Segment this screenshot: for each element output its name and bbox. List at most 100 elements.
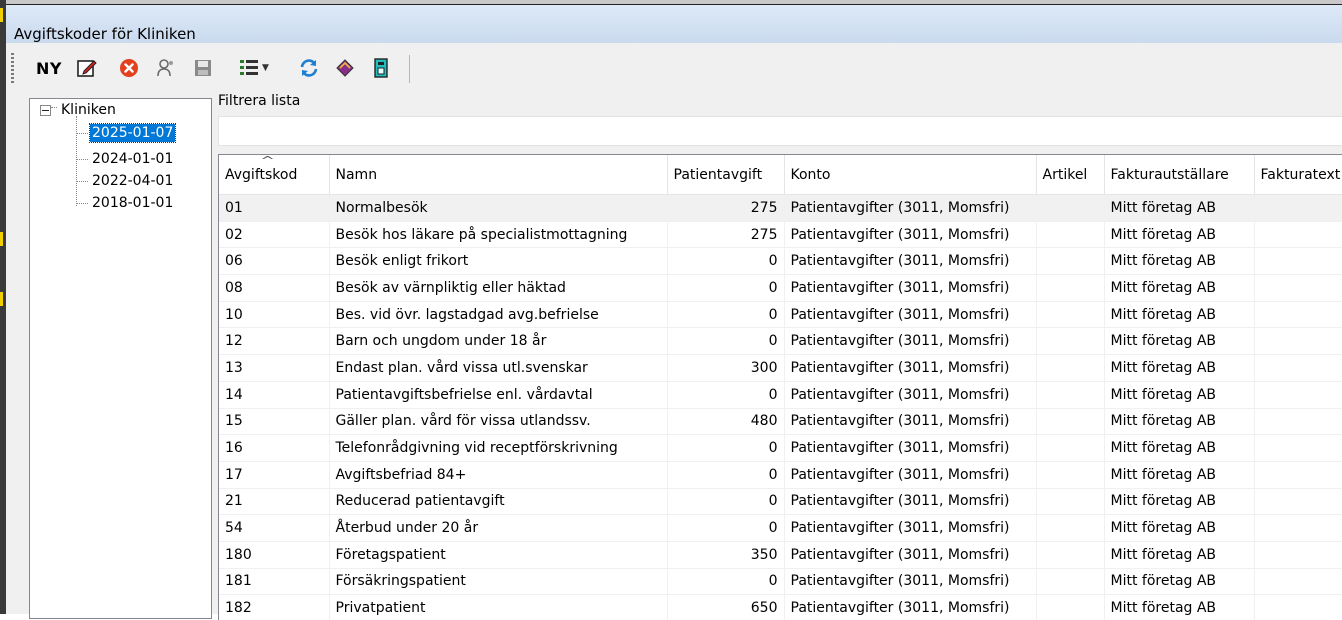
cell-fakturatext — [1254, 195, 1342, 222]
table-row[interactable]: 02Besök hos läkare på specialistmottagni… — [219, 221, 1342, 248]
cell-fakturautstallare: Mitt företag AB — [1104, 355, 1254, 382]
cell-konto: Patientavgifter (3011, Momsfri) — [784, 488, 1036, 515]
tree-item-2018-01-01[interactable]: 2018-01-01 — [76, 194, 175, 212]
cell-namn: Gäller plan. vård för vissa utlandssv. — [329, 408, 667, 435]
cell-patientavgift: 0 — [667, 275, 784, 302]
tree-item-2022-04-01[interactable]: 2022-04-01 — [76, 172, 175, 190]
tree-item-label: 2025-01-07 — [90, 124, 175, 142]
tree-item-2024-01-01[interactable]: 2024-01-01 — [76, 150, 175, 168]
cell-artikel — [1036, 408, 1104, 435]
cell-avgiftskod: 181 — [219, 568, 329, 595]
table-row[interactable]: 13Endast plan. vård vissa utl.svenskar30… — [219, 355, 1342, 382]
toolbar-grip[interactable] — [11, 53, 14, 83]
refresh-button[interactable] — [296, 55, 322, 81]
cell-fakturatext — [1254, 301, 1342, 328]
cell-avgiftskod: 06 — [219, 248, 329, 275]
tree-item-2025-01-07[interactable]: 2025-01-07 — [76, 124, 175, 142]
table-row[interactable]: 21Reducerad patientavgift0Patientavgifte… — [219, 488, 1342, 515]
column-header-label: Konto — [791, 167, 831, 183]
cell-konto: Patientavgifter (3011, Momsfri) — [784, 461, 1036, 488]
table-row[interactable]: 17Avgiftsbefriad 84+0Patientavgifter (30… — [219, 461, 1342, 488]
tree-item-label: 2018-01-01 — [90, 194, 175, 212]
chevron-down-icon: ▼ — [262, 63, 269, 73]
cell-konto: Patientavgifter (3011, Momsfri) — [784, 568, 1036, 595]
cell-namn: Bes. vid övr. lagstadgad avg.befrielse — [329, 301, 667, 328]
cell-artikel — [1036, 461, 1104, 488]
cell-artikel — [1036, 301, 1104, 328]
column-header-fakturatext[interactable]: Fakturatext — [1254, 155, 1342, 195]
cell-artikel — [1036, 328, 1104, 355]
column-header-avgiftskod[interactable]: ^Avgiftskod — [219, 155, 329, 195]
book-icon — [334, 57, 356, 79]
cell-fakturatext — [1254, 355, 1342, 382]
cell-fakturatext — [1254, 461, 1342, 488]
column-header-fakturautstallare[interactable]: Fakturautställare — [1104, 155, 1254, 195]
table-row[interactable]: 16Telefonrådgivning vid receptförskrivni… — [219, 435, 1342, 462]
edit-button[interactable] — [74, 55, 100, 81]
avgiftskoder-window: Avgiftskoder för Kliniken NY — [6, 5, 1342, 614]
cell-konto: Patientavgifter (3011, Momsfri) — [784, 408, 1036, 435]
cell-patientavgift: 0 — [667, 435, 784, 462]
cell-patientavgift: 480 — [667, 408, 784, 435]
table-row[interactable]: 01Normalbesök275Patientavgifter (3011, M… — [219, 195, 1342, 222]
column-header-namn[interactable]: Namn — [329, 155, 667, 195]
table-row[interactable]: 08Besök av värnpliktig eller häktad0Pati… — [219, 275, 1342, 302]
cell-artikel — [1036, 248, 1104, 275]
export-icon — [370, 57, 392, 79]
cell-namn: Besök hos läkare på specialistmottagning — [329, 221, 667, 248]
cell-artikel — [1036, 195, 1104, 222]
delete-button[interactable] — [116, 55, 142, 81]
column-header-patientavgift[interactable]: Patientavgift — [667, 155, 784, 195]
column-header-konto[interactable]: Konto — [784, 155, 1036, 195]
new-button[interactable]: NY — [36, 55, 62, 81]
cell-patientavgift: 0 — [667, 515, 784, 542]
cell-fakturautstallare: Mitt företag AB — [1104, 221, 1254, 248]
tree-root-node[interactable]: Kliniken — [40, 102, 116, 118]
tree-root-label: Kliniken — [61, 102, 116, 118]
table-row[interactable]: 54Återbud under 20 år0Patientavgifter (3… — [219, 515, 1342, 542]
collapse-icon[interactable] — [40, 105, 51, 116]
cell-patientavgift: 275 — [667, 195, 784, 222]
column-header-label: Fakturautställare — [1111, 167, 1229, 183]
fee-codes-table: ^Avgiftskod Namn Patientavgift Konto Art… — [219, 155, 1342, 620]
export-button[interactable] — [368, 55, 394, 81]
cell-namn: Besök av värnpliktig eller häktad — [329, 275, 667, 302]
cell-konto: Patientavgifter (3011, Momsfri) — [784, 275, 1036, 302]
save-button[interactable] — [190, 55, 216, 81]
cell-namn: Endast plan. vård vissa utl.svenskar — [329, 355, 667, 382]
cell-avgiftskod: 13 — [219, 355, 329, 382]
table-row[interactable]: 14Patientavgiftsbefrielse enl. vårdavtal… — [219, 381, 1342, 408]
cell-fakturatext — [1254, 248, 1342, 275]
cell-fakturautstallare: Mitt företag AB — [1104, 568, 1254, 595]
table-row[interactable]: 180Företagspatient350Patientavgifter (30… — [219, 541, 1342, 568]
column-header-artikel[interactable]: Artikel — [1036, 155, 1104, 195]
table-row[interactable]: 10Bes. vid övr. lagstadgad avg.befrielse… — [219, 301, 1342, 328]
cell-avgiftskod: 08 — [219, 275, 329, 302]
user-settings-button[interactable] — [152, 55, 178, 81]
window-title: Avgiftskoder för Kliniken — [14, 25, 196, 43]
user-settings-icon — [154, 57, 176, 79]
cell-avgiftskod: 182 — [219, 595, 329, 620]
filter-input[interactable] — [218, 116, 1342, 146]
column-header-label: Fakturatext — [1261, 167, 1341, 183]
table-row[interactable]: 181Försäkringspatient0Patientavgifter (3… — [219, 568, 1342, 595]
cell-namn: Besök enligt frikort — [329, 248, 667, 275]
toolbar: NY — [6, 43, 1342, 93]
table-row[interactable]: 12Barn och ungdom under 18 år0Patientavg… — [219, 328, 1342, 355]
book-button[interactable] — [332, 55, 358, 81]
tree-connector — [76, 203, 88, 204]
cell-konto: Patientavgifter (3011, Momsfri) — [784, 221, 1036, 248]
cell-avgiftskod: 14 — [219, 381, 329, 408]
tree-connector — [76, 159, 88, 160]
table-row[interactable]: 182Privatpatient650Patientavgifter (3011… — [219, 595, 1342, 620]
filter-label: Filtrera lista — [218, 93, 300, 109]
edge-marker — [0, 292, 3, 306]
cell-patientavgift: 300 — [667, 355, 784, 382]
cell-fakturautstallare: Mitt företag AB — [1104, 381, 1254, 408]
cell-fakturautstallare: Mitt företag AB — [1104, 275, 1254, 302]
cell-artikel — [1036, 221, 1104, 248]
table-row[interactable]: 06Besök enligt frikort0Patientavgifter (… — [219, 248, 1342, 275]
tree-connector — [51, 107, 57, 108]
table-row[interactable]: 15Gäller plan. vård för vissa utlandssv.… — [219, 408, 1342, 435]
list-view-button[interactable]: ▼ — [234, 55, 274, 81]
